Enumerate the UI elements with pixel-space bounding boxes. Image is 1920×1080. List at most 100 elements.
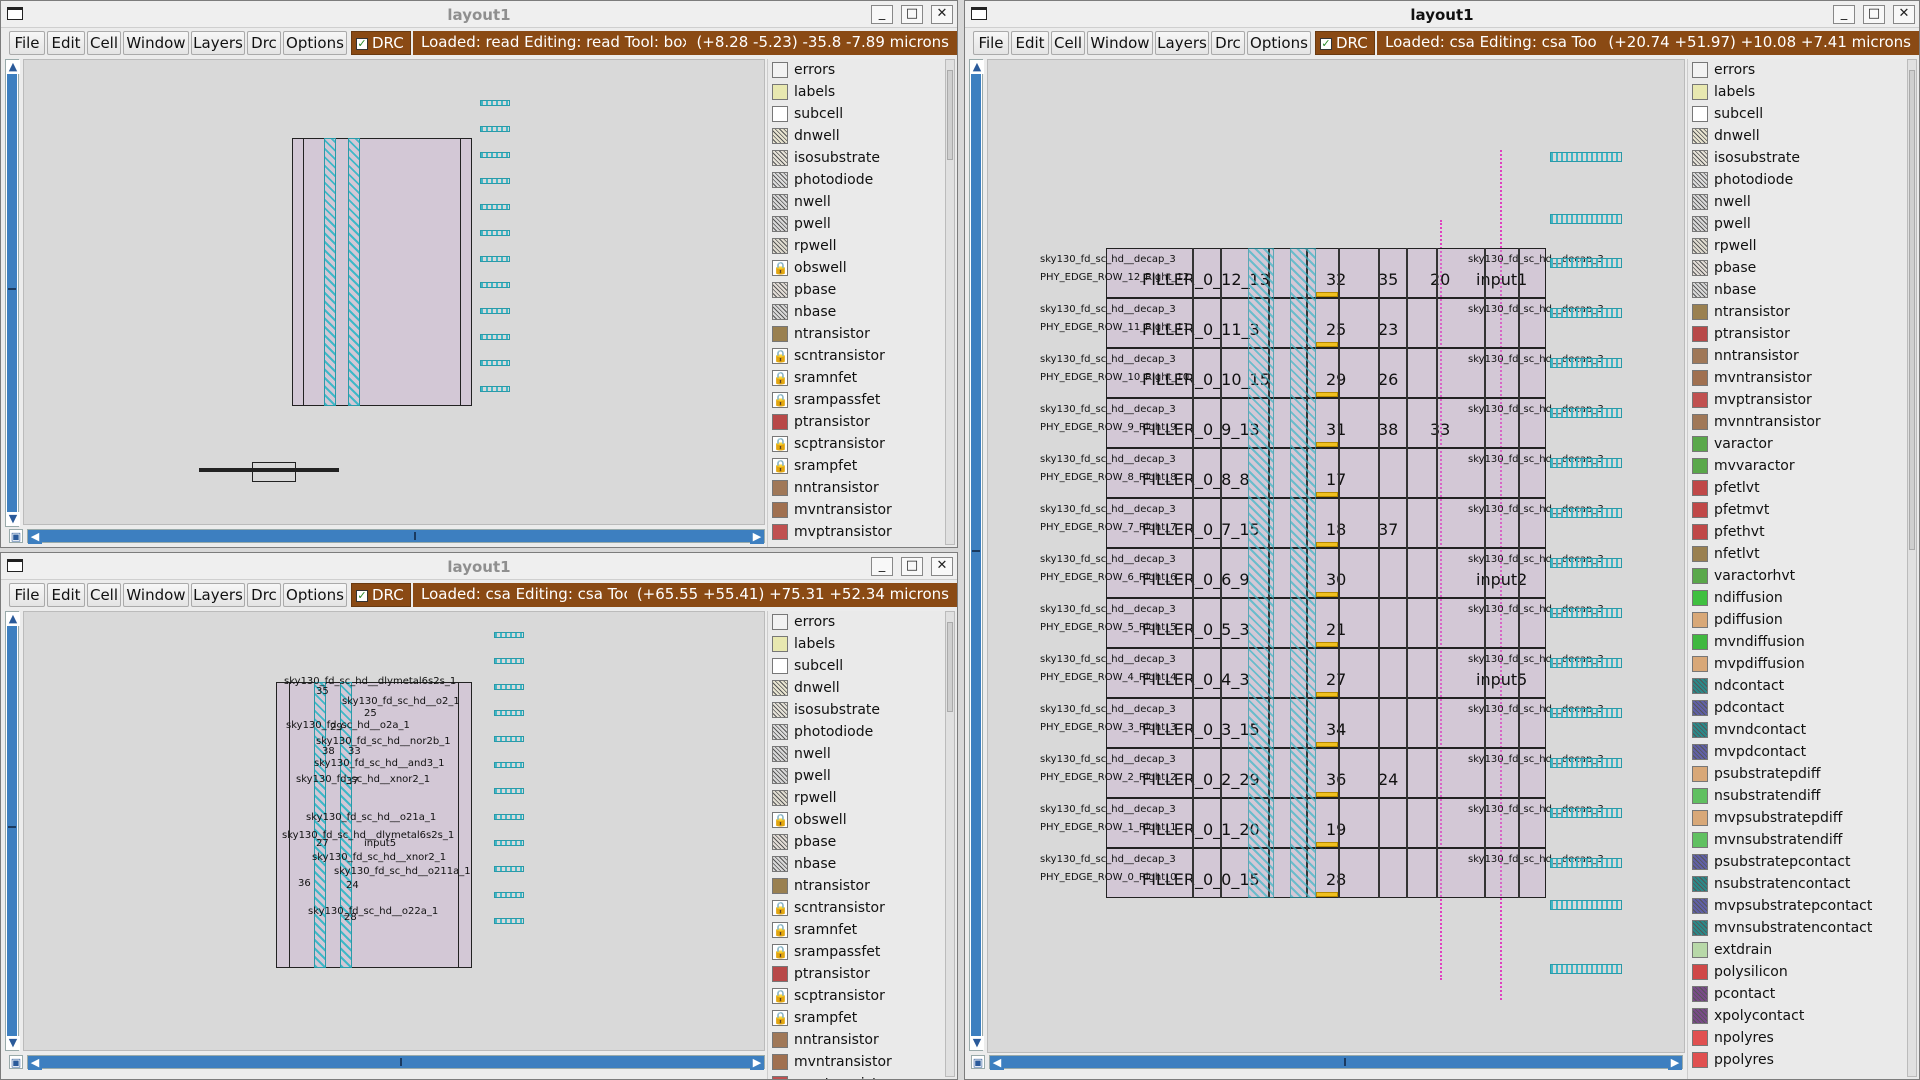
cell-instance-number[interactable]: 32 (1326, 270, 1346, 289)
layer-swatch[interactable] (1692, 612, 1708, 628)
scroll-down-arrow-icon[interactable]: ▼ (970, 1036, 984, 1050)
layout-canvas[interactable]: sky130_fd_sc_hd__dlymetal6s2s_1 35 sky130_… (23, 611, 765, 1051)
cell-instance-label[interactable]: 33 (348, 746, 361, 757)
menu-options[interactable]: Options (283, 583, 347, 607)
cell-instance-label[interactable]: 29 (330, 722, 343, 733)
layer-swatch[interactable] (772, 304, 788, 320)
layer-swatch[interactable] (1692, 832, 1708, 848)
filler-cell-label[interactable]: FILLER_0_11_3 (1142, 320, 1260, 339)
drc-toggle[interactable]: ✓ DRC (351, 31, 411, 55)
layer-scrollbar[interactable] (945, 59, 955, 545)
layer-swatch[interactable] (1692, 458, 1708, 474)
layer-swatch[interactable] (1692, 260, 1708, 276)
layer-swatch[interactable] (1692, 282, 1708, 298)
menu-drc[interactable]: Drc (1211, 31, 1245, 55)
cell-instance-number[interactable]: 33 (1430, 420, 1450, 439)
layer-swatch[interactable] (1692, 920, 1708, 936)
filler-cell-label[interactable]: FILLER_0_6_9 (1142, 570, 1250, 589)
cell-instance-number[interactable]: 37 (1378, 520, 1398, 539)
horizontal-scrollbar[interactable]: ◀ ▶ (27, 1055, 765, 1070)
cell-instance-number[interactable]: 26 (1378, 370, 1398, 389)
lock-icon[interactable]: 🔒 (772, 922, 788, 938)
menu-drc[interactable]: Drc (247, 583, 281, 607)
layer-swatch[interactable] (772, 172, 788, 188)
scroll-thumb[interactable] (7, 626, 17, 1036)
cell-instance-number[interactable]: 35 (1378, 270, 1398, 289)
cell-instance-number[interactable]: 28 (1326, 870, 1346, 889)
menu-file[interactable]: File (9, 31, 45, 55)
layer-swatch[interactable] (772, 502, 788, 518)
title-bar[interactable]: layout1 _ □ ✕ (1, 1, 957, 28)
cell-instance-label[interactable]: 37 (346, 776, 359, 787)
lock-icon[interactable]: 🔒 (772, 812, 788, 828)
layer-swatch[interactable] (1692, 414, 1708, 430)
layer-swatch[interactable] (1692, 348, 1708, 364)
layer-swatch[interactable] (772, 282, 788, 298)
menu-layers[interactable]: Layers (1155, 31, 1209, 55)
scroll-up-arrow-icon[interactable]: ▲ (6, 612, 20, 626)
scroll-right-arrow-icon[interactable]: ▶ (750, 1056, 764, 1070)
lock-icon[interactable]: 🔒 (772, 944, 788, 960)
filler-cell-label[interactable]: FILLER_0_2_29 (1142, 770, 1260, 789)
scroll-down-arrow-icon[interactable]: ▼ (6, 1036, 20, 1050)
cell-instance-number[interactable]: 30 (1326, 570, 1346, 589)
layer-swatch[interactable] (1692, 810, 1708, 826)
menu-window[interactable]: Window (123, 583, 189, 607)
cell-instance-number[interactable]: 29 (1326, 370, 1346, 389)
layer-swatch[interactable] (772, 614, 788, 630)
layer-swatch[interactable] (1692, 656, 1708, 672)
lock-icon[interactable]: 🔒 (772, 348, 788, 364)
maximize-button[interactable]: □ (901, 5, 923, 24)
title-bar[interactable]: layout1 _ □ ✕ (965, 1, 1919, 28)
layer-swatch[interactable] (772, 480, 788, 496)
layer-swatch[interactable] (1692, 62, 1708, 78)
cell-instance-label[interactable]: sky130_fd_sc_hd__o211a_1 (334, 866, 471, 877)
scroll-up-arrow-icon[interactable]: ▲ (970, 60, 984, 74)
layer-swatch[interactable] (1692, 788, 1708, 804)
cell-instance-number[interactable]: 38 (1378, 420, 1398, 439)
cell-instance-label[interactable]: 24 (346, 880, 359, 891)
layout-window-top-left[interactable]: layout1 _ □ ✕ File Edit Cell Window Laye… (0, 0, 958, 548)
cell-instance-label[interactable]: 36 (298, 878, 311, 889)
layer-swatch[interactable] (1692, 194, 1708, 210)
cell-instance-number[interactable]: 20 (1430, 270, 1450, 289)
lock-icon[interactable]: 🔒 (772, 988, 788, 1004)
layer-swatch[interactable] (1692, 722, 1708, 738)
layer-swatch[interactable] (772, 658, 788, 674)
filler-cell-label[interactable]: FILLER_0_8_8 (1142, 470, 1250, 489)
scroll-right-arrow-icon[interactable]: ▶ (750, 530, 764, 544)
cell-instance-label[interactable]: sky130_fd_sc_hd__xnor2_1 (296, 774, 430, 785)
cell-layout-block[interactable] (292, 138, 472, 406)
layer-palette[interactable]: errors labels subcell dnwell isosubstrate pho… (767, 611, 957, 1079)
filler-cell-label[interactable]: FILLER_0_3_15 (1142, 720, 1260, 739)
lock-icon[interactable]: 🔒 (772, 392, 788, 408)
layer-swatch[interactable] (772, 790, 788, 806)
cell-instance-label[interactable]: input5 (364, 838, 396, 849)
layer-swatch[interactable] (772, 746, 788, 762)
layer-swatch[interactable] (1692, 1008, 1708, 1024)
layer-swatch[interactable] (772, 524, 788, 540)
lock-icon[interactable]: 🔒 (772, 370, 788, 386)
cell-instance-number[interactable]: 27 (1326, 670, 1346, 689)
layer-swatch[interactable] (1692, 84, 1708, 100)
layer-swatch[interactable] (1692, 854, 1708, 870)
layer-palette[interactable]: errors labels subcell dnwell isosubstrate pho… (1687, 59, 1919, 1079)
menu-drc[interactable]: Drc (247, 31, 281, 55)
menu-edit[interactable]: Edit (1011, 31, 1049, 55)
lock-icon[interactable]: 🔒 (772, 260, 788, 276)
layer-swatch[interactable] (1692, 876, 1708, 892)
layer-scrollbar[interactable] (945, 611, 955, 1077)
layer-swatch[interactable] (1692, 568, 1708, 584)
menu-window[interactable]: Window (123, 31, 189, 55)
layer-swatch[interactable] (1692, 172, 1708, 188)
layer-swatch[interactable] (772, 62, 788, 78)
layer-swatch[interactable] (772, 1076, 788, 1079)
menu-cell[interactable]: Cell (1051, 31, 1085, 55)
menu-edit[interactable]: Edit (47, 31, 85, 55)
zoom-box-icon[interactable]: ▣ (9, 529, 23, 543)
cell-instance-number[interactable]: 36 (1326, 770, 1346, 789)
cell-instance-label[interactable]: sky130_fd_sc_hd__and3_1 (314, 758, 444, 769)
scroll-right-arrow-icon[interactable]: ▶ (1668, 1056, 1682, 1070)
zoom-box-icon[interactable]: ▣ (971, 1055, 985, 1069)
layer-swatch[interactable] (772, 106, 788, 122)
